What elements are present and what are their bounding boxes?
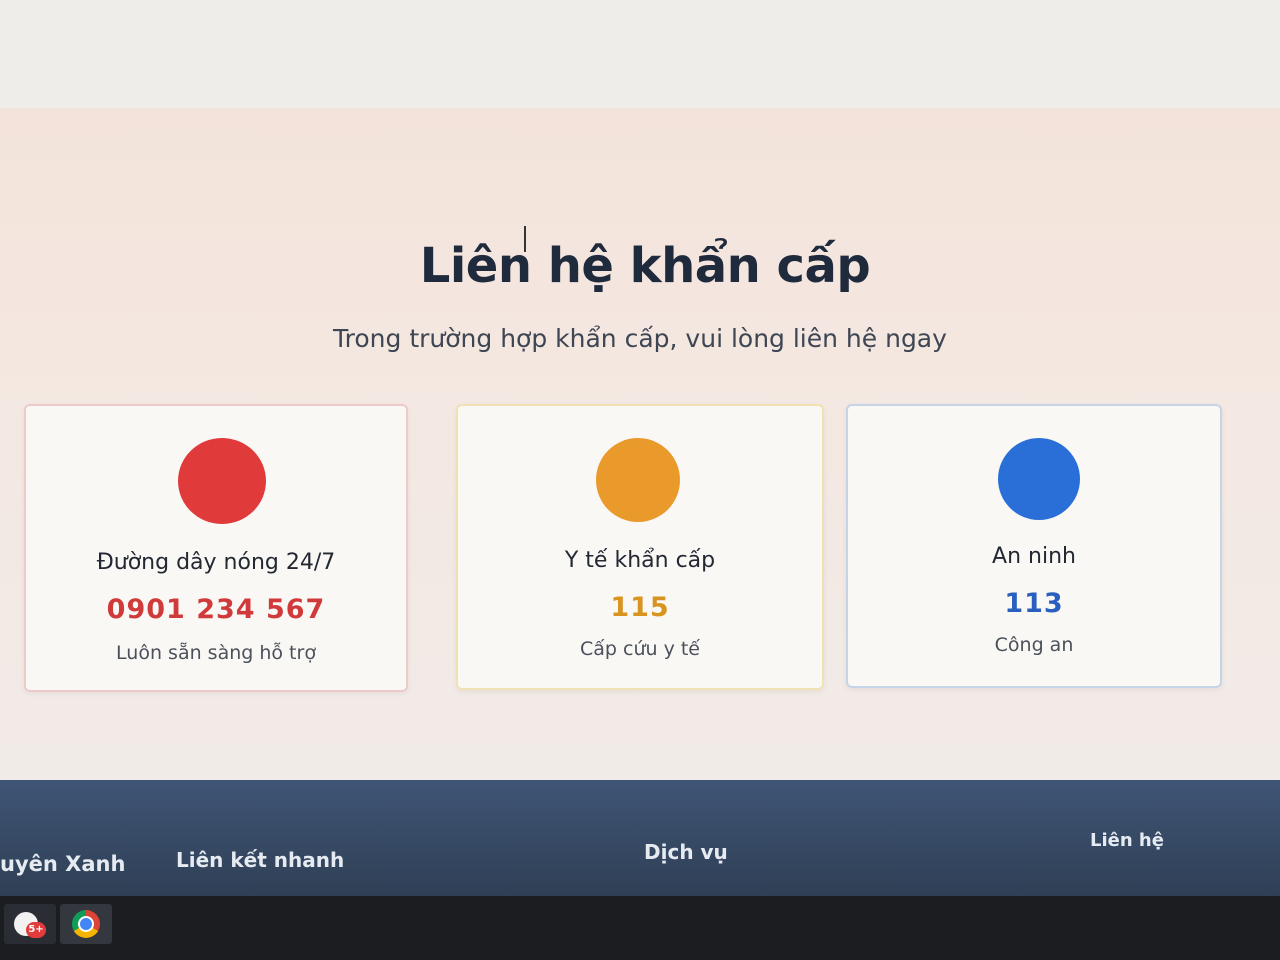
page-subtitle: Trong trường hợp khẩn cấp, vui lòng liên… xyxy=(333,324,947,353)
page-title: Liên hệ khẩn cấp xyxy=(419,238,871,294)
zalo-app-button[interactable]: 5+ xyxy=(4,904,56,944)
orange-circle-icon xyxy=(596,438,680,522)
contact-card-medical[interactable]: Y tế khẩn cấp 115 Cấp cứu y tế xyxy=(456,404,824,690)
chrome-icon xyxy=(72,910,100,938)
contact-card-description: Công an xyxy=(994,634,1074,656)
chrome-app-button[interactable] xyxy=(60,904,112,944)
footer-quick-links-heading: Liên kết nhanh xyxy=(176,848,345,872)
contact-card-description: Cấp cứu y tế xyxy=(579,638,700,660)
screen: Liên hệ khẩn cấp Trong trường hợp khẩn c… xyxy=(0,0,1280,960)
footer-brand[interactable]: uyên Xanh xyxy=(0,852,125,876)
page-top-area xyxy=(0,0,1280,110)
notification-badge: 5+ xyxy=(26,922,46,938)
contact-card-title: An ninh xyxy=(992,544,1076,569)
contact-card-title: Đường dây nóng 24/7 xyxy=(96,550,336,575)
site-footer: uyên Xanh Liên kết nhanh Dịch vụ Liên hệ xyxy=(0,780,1280,896)
blue-circle-icon xyxy=(998,438,1080,520)
contact-card-hotline[interactable]: Đường dây nóng 24/7 0901 234 567 Luôn sẵ… xyxy=(24,404,408,692)
os-taskbar: 5+ xyxy=(0,896,1280,960)
footer-services-heading: Dịch vụ xyxy=(644,840,728,864)
contact-phone-number[interactable]: 113 xyxy=(848,588,1220,619)
contact-card-description: Luôn sẵn sàng hỗ trợ xyxy=(116,642,316,664)
contact-card-security[interactable]: An ninh 113 Công an xyxy=(846,404,1222,688)
contact-phone-number[interactable]: 115 xyxy=(458,592,822,623)
contact-phone-number[interactable]: 0901 234 567 xyxy=(26,594,406,625)
contact-card-title: Y tế khẩn cấp xyxy=(564,548,716,573)
red-circle-icon xyxy=(178,438,266,524)
footer-contact-heading: Liên hệ xyxy=(1090,830,1164,851)
